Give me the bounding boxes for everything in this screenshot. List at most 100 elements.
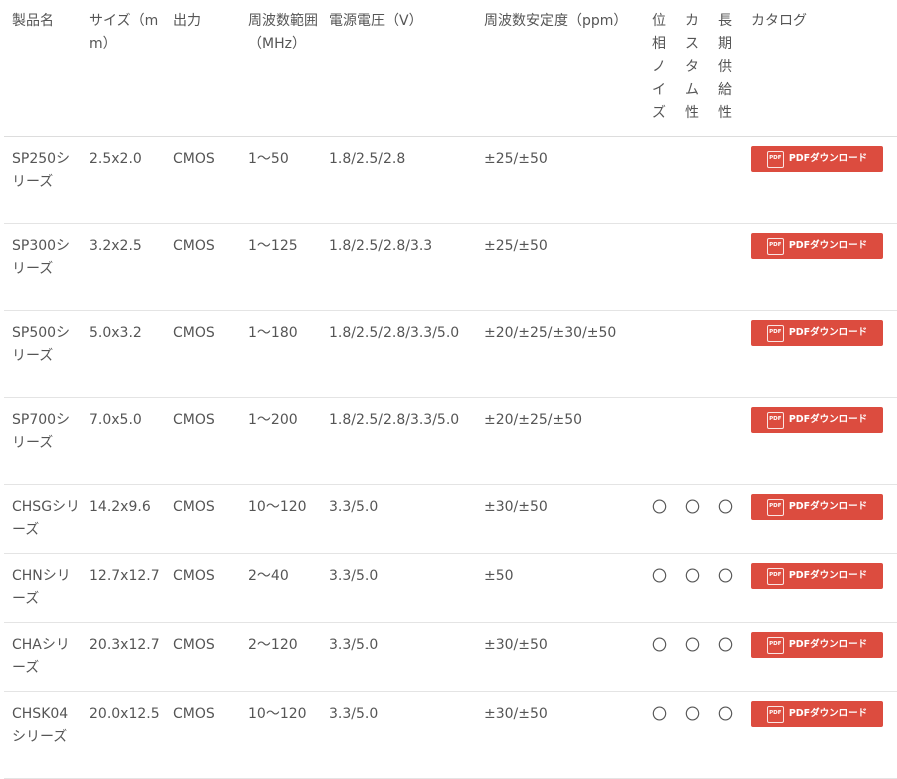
product-freq-range: 2〜40 — [248, 568, 289, 584]
long-supply-mark — [710, 224, 743, 311]
phase-noise-mark: 〇 — [652, 567, 668, 585]
header-phase-noise: 位相ノイズ — [652, 13, 666, 121]
pdf-download-button[interactable]: PDF PDFダウンロード — [751, 632, 883, 658]
pdf-download-label: PDFダウンロード — [788, 708, 868, 720]
table-row: CHAシリーズ 20.3x12.7 CMOS 2〜120 3.3/5.0 ±30/±50 〇… — [4, 623, 897, 692]
table-row: SP500シリーズ 5.0x3.2 CMOS 1〜180 1.8/2.5/2.8/3.3… — [4, 311, 897, 398]
header-stability: 周波数安定度（ppm） — [484, 13, 628, 29]
product-freq-range: 1〜125 — [248, 238, 298, 254]
pdf-download-label: PDFダウンロード — [788, 570, 868, 582]
product-voltage: 1.8/2.5/2.8/3.3 — [329, 238, 433, 254]
product-stability: ±20/±25/±30/±50 — [484, 325, 617, 341]
pdf-download-label: PDFダウンロード — [788, 414, 868, 426]
pdf-file-icon: PDF — [766, 498, 784, 516]
header-freq: 周波数範囲（MHz） — [248, 13, 318, 52]
product-stability: ±30/±50 — [484, 637, 548, 653]
custom-mark: 〇 — [685, 705, 701, 723]
pdf-download-label: PDFダウンロード — [788, 240, 868, 252]
pdf-download-button[interactable]: PDF PDFダウンロード — [751, 146, 883, 172]
long-supply-mark: 〇 — [718, 636, 734, 654]
pdf-file-icon: PDF — [766, 150, 784, 168]
pdf-download-button[interactable]: PDF PDFダウンロード — [751, 407, 883, 433]
custom-mark — [677, 137, 710, 224]
phase-noise-mark — [644, 311, 677, 398]
product-voltage: 3.3/5.0 — [329, 637, 379, 653]
custom-mark: 〇 — [685, 567, 701, 585]
phase-noise-mark — [644, 224, 677, 311]
pdf-file-icon: PDF — [766, 324, 784, 342]
product-stability: ±50 — [484, 568, 514, 584]
long-supply-mark: 〇 — [718, 498, 734, 516]
product-voltage: 1.8/2.5/2.8/3.3/5.0 — [329, 325, 460, 341]
pdf-download-button[interactable]: PDF PDFダウンロード — [751, 233, 883, 259]
header-output: 出力 — [173, 13, 201, 29]
table-row: CHNシリーズ 12.7x12.7 CMOS 2〜40 3.3/5.0 ±50 〇〇〇 PDF… — [4, 554, 897, 623]
table-row: SP250シリーズ 2.5x2.0 CMOS 1〜50 1.8/2.5/2.8 ±25/±… — [4, 137, 897, 224]
pdf-file-icon: PDF — [766, 636, 784, 654]
product-stability: ±25/±50 — [484, 151, 548, 167]
product-size: 3.2x2.5 — [89, 238, 142, 254]
table-header-row: 製品名 サイズ（mm） 出力 周波数範囲（MHz） 電源電圧（V） 周波数安定度… — [4, 0, 897, 137]
product-output: CMOS — [173, 151, 215, 167]
catalog-cell: PDF PDFダウンロード — [743, 311, 897, 398]
catalog-cell: PDF PDFダウンロード — [743, 554, 897, 623]
pdf-download-label: PDFダウンロード — [788, 639, 868, 651]
header-voltage: 電源電圧（V） — [329, 13, 423, 29]
table-row: CHSK04シリーズ 20.0x12.5 CMOS 10〜120 3.3/5.0 ±30/… — [4, 692, 897, 779]
phase-noise-mark — [644, 398, 677, 485]
long-supply-mark: 〇 — [718, 567, 734, 585]
catalog-cell: PDF PDFダウンロード — [743, 485, 897, 554]
header-long-supply: 長期供給性 — [718, 13, 732, 121]
pdf-download-button[interactable]: PDF PDFダウンロード — [751, 320, 883, 346]
custom-mark — [677, 224, 710, 311]
product-voltage: 1.8/2.5/2.8/3.3/5.0 — [329, 412, 460, 428]
product-size: 20.0x12.5 — [89, 706, 160, 722]
table-row: SP300シリーズ 3.2x2.5 CMOS 1〜125 1.8/2.5/2.8/3.3… — [4, 224, 897, 311]
product-size: 7.0x5.0 — [89, 412, 142, 428]
pdf-file-icon: PDF — [766, 237, 784, 255]
pdf-download-label: PDFダウンロード — [788, 327, 868, 339]
pdf-download-button[interactable]: PDF PDFダウンロード — [751, 494, 883, 520]
catalog-cell: PDF PDFダウンロード — [743, 224, 897, 311]
product-output: CMOS — [173, 412, 215, 428]
product-voltage: 3.3/5.0 — [329, 706, 379, 722]
header-catalog: カタログ — [751, 13, 807, 29]
phase-noise-mark: 〇 — [652, 705, 668, 723]
product-stability: ±25/±50 — [484, 238, 548, 254]
phase-noise-mark: 〇 — [652, 498, 668, 516]
product-voltage: 1.8/2.5/2.8 — [329, 151, 406, 167]
long-supply-mark — [710, 311, 743, 398]
header-name: 製品名 — [12, 13, 54, 29]
product-output: CMOS — [173, 325, 215, 341]
product-output: CMOS — [173, 637, 215, 653]
pdf-file-icon: PDF — [766, 705, 784, 723]
table-row: SP700シリーズ 7.0x5.0 CMOS 1〜200 1.8/2.5/2.8/3.3… — [4, 398, 897, 485]
pdf-download-button[interactable]: PDF PDFダウンロード — [751, 563, 883, 589]
product-name: SP700シリーズ — [12, 412, 71, 451]
product-name: CHSGシリーズ — [12, 499, 81, 538]
catalog-cell: PDF PDFダウンロード — [743, 398, 897, 485]
product-freq-range: 10〜120 — [248, 499, 307, 515]
custom-mark: 〇 — [685, 498, 701, 516]
phase-noise-mark — [644, 137, 677, 224]
product-name: CHSK04シリーズ — [12, 706, 69, 745]
long-supply-mark: 〇 — [718, 705, 734, 723]
product-output: CMOS — [173, 499, 215, 515]
product-size: 2.5x2.0 — [89, 151, 142, 167]
product-stability: ±20/±25/±50 — [484, 412, 583, 428]
catalog-cell: PDF PDFダウンロード — [743, 623, 897, 692]
phase-noise-mark: 〇 — [652, 636, 668, 654]
product-name: SP250シリーズ — [12, 151, 71, 190]
product-name: SP500シリーズ — [12, 325, 71, 364]
product-stability: ±30/±50 — [484, 499, 548, 515]
product-name: SP300シリーズ — [12, 238, 71, 277]
pdf-file-icon: PDF — [766, 567, 784, 585]
header-custom: カスタム性 — [685, 13, 699, 121]
product-freq-range: 1〜180 — [248, 325, 298, 341]
pdf-download-button[interactable]: PDF PDFダウンロード — [751, 701, 883, 727]
long-supply-mark — [710, 398, 743, 485]
custom-mark: 〇 — [685, 636, 701, 654]
product-name: CHNシリーズ — [12, 568, 71, 607]
product-size: 12.7x12.7 — [89, 568, 160, 584]
product-voltage: 3.3/5.0 — [329, 568, 379, 584]
